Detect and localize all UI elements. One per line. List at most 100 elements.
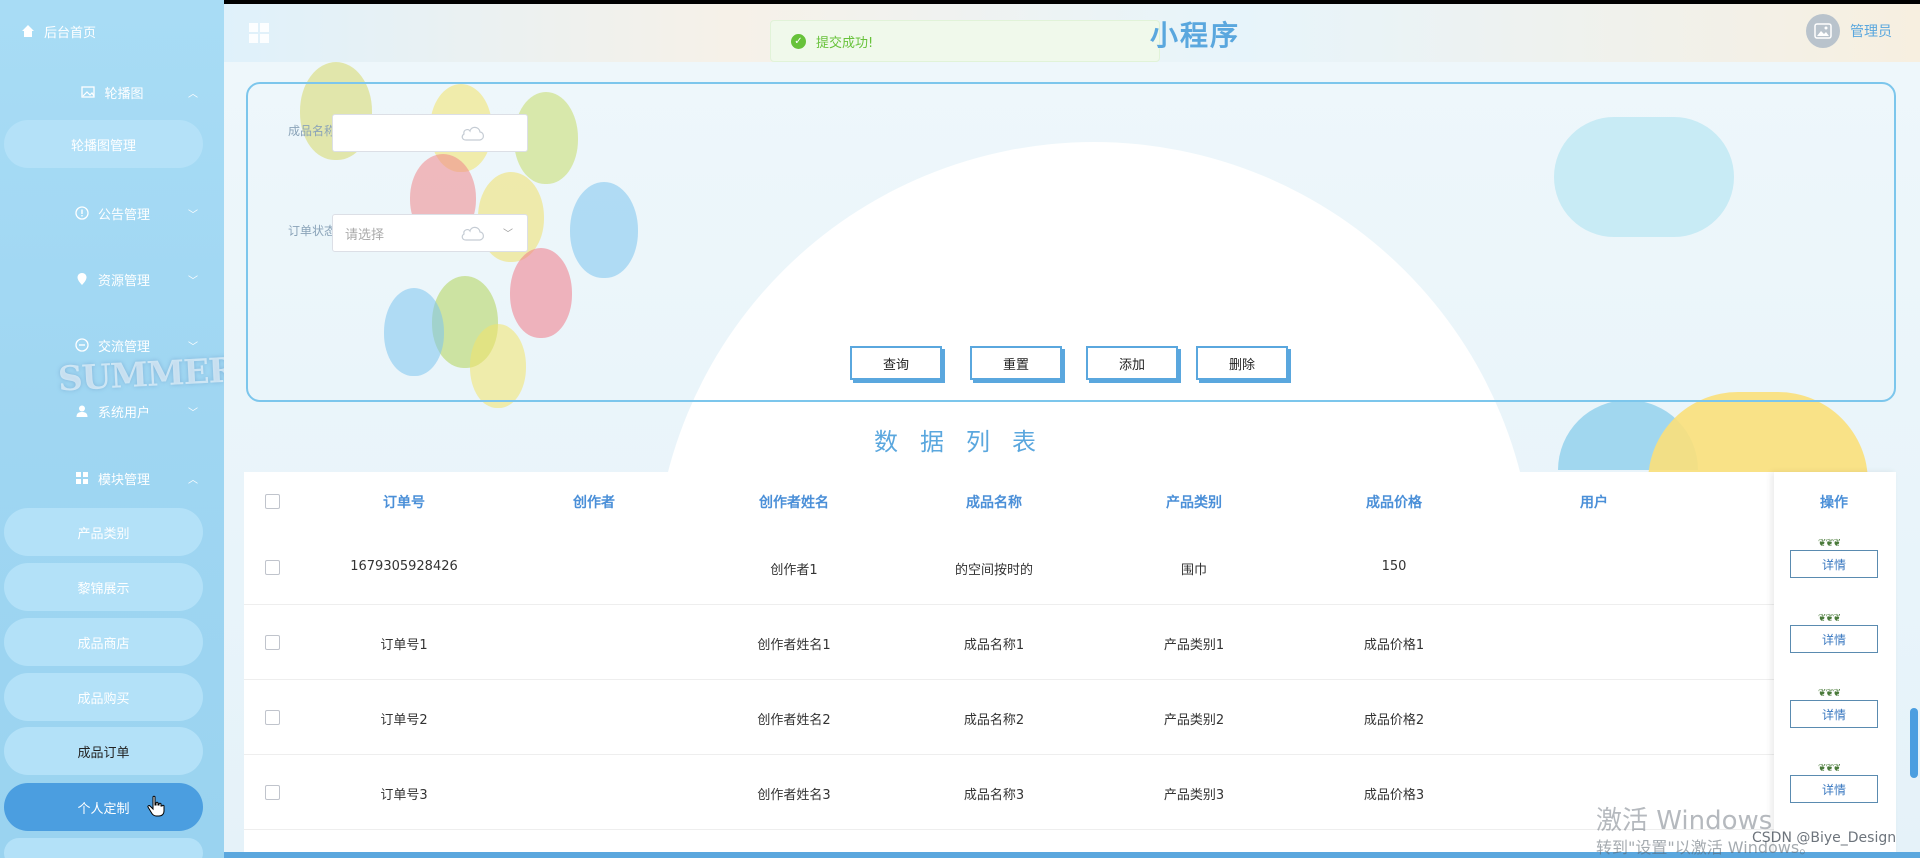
table-row: 订单号1 创作者姓名1 成品名称1 产品类别1 成品价格1	[244, 605, 1896, 680]
sidebar-item-label: 产品类别	[77, 526, 130, 542]
order-status-select[interactable]: 请选择 ﹀	[332, 214, 528, 252]
detail-button[interactable]: 详情	[1790, 775, 1878, 803]
col-order-no: 订单号	[383, 495, 425, 511]
sidebar-item-label: 个人定制	[77, 801, 130, 817]
sidebar-item-lijin-show[interactable]: 黎锦展示	[4, 563, 203, 611]
toast-message: 提交成功!	[816, 35, 874, 51]
sidebar-item-label: 黎锦展示	[77, 581, 130, 597]
table-row: 1679305928426 创作者1 的空间按时的 围巾 150	[244, 530, 1896, 605]
home-icon	[20, 23, 36, 39]
chevron-down-icon: ﹀	[503, 229, 513, 240]
cell-category: 产品类别2	[1163, 713, 1225, 728]
col-category: 产品类别	[1166, 495, 1222, 511]
csdn-watermark: CSDN @Biye_Design	[1752, 830, 1897, 846]
detail-button[interactable]: 详情	[1790, 625, 1878, 653]
status-placeholder: 请选择	[345, 227, 385, 243]
vertical-scrollbar[interactable]	[1910, 708, 1918, 778]
sidebar-item-partial[interactable]	[4, 838, 203, 858]
chevron-down-icon: ﹀	[188, 407, 198, 419]
cell-product-name: 成品名称1	[963, 638, 1025, 653]
leaf-decoration-icon: ❦❦❦	[1818, 688, 1841, 699]
leaf-decoration-icon: ❦❦❦	[1818, 763, 1841, 774]
cell-order-no: 订单号1	[380, 638, 428, 653]
cell-order-no: 1679305928426	[350, 559, 458, 574]
sidebar-item-product-store[interactable]: 成品商店	[4, 618, 203, 666]
col-user: 用户	[1580, 495, 1608, 511]
row-checkbox[interactable]	[265, 785, 280, 800]
cell-price: 150	[1381, 559, 1407, 574]
sidebar-group-users[interactable]: 系统用户 ﹀	[0, 396, 224, 426]
user-menu[interactable]: 管理员	[1806, 14, 1892, 48]
sidebar-home[interactable]: 后台首页	[20, 20, 96, 42]
col-price: 成品价格	[1366, 495, 1422, 511]
cell-creator-name: 创作者姓名1	[757, 638, 831, 653]
sidebar-group-label: 模块管理	[97, 472, 150, 488]
sidebar-item-label: 成品订单	[77, 745, 130, 761]
leaf-decoration-icon: ❦❦❦	[1818, 538, 1841, 549]
sidebar-item-product-orders[interactable]: 成品订单	[4, 727, 203, 775]
row-checkbox[interactable]	[265, 560, 280, 575]
check-icon: ✓	[791, 33, 806, 49]
sidebar-group-notice[interactable]: 公告管理 ﹀	[0, 198, 224, 228]
top-header: ✓ 提交成功! 小程序 管理员	[224, 0, 1920, 62]
row-checkbox[interactable]	[265, 635, 280, 650]
product-name-input[interactable]	[332, 114, 528, 152]
sidebar-group-modules[interactable]: 模块管理 ︿	[0, 463, 224, 493]
cell-order-no: 订单号2	[380, 713, 428, 728]
chevron-up-icon: ︿	[188, 88, 198, 100]
chevron-down-icon: ﹀	[188, 209, 198, 221]
add-button[interactable]: 添加	[1086, 346, 1178, 380]
grid-icon	[74, 470, 90, 486]
sidebar-item-product-purchase[interactable]: 成品购买	[4, 673, 203, 721]
cell-category: 产品类别3	[1163, 788, 1225, 803]
site-title: 小程序	[1150, 19, 1241, 52]
reset-button[interactable]: 重置	[970, 346, 1062, 380]
detail-button[interactable]: 详情	[1790, 550, 1878, 578]
sidebar-group-label: 轮播图	[104, 86, 144, 102]
sidebar-item-carousel-manage[interactable]: 轮播图管理	[4, 120, 203, 168]
success-toast: ✓ 提交成功!	[770, 20, 1160, 62]
status-label: 订单状态	[288, 224, 337, 238]
sidebar-group-label: 资源管理	[97, 273, 150, 289]
cell-price: 成品价格1	[1363, 638, 1425, 653]
col-creator: 创作者	[573, 495, 615, 511]
chevron-down-icon: ﹀	[188, 341, 198, 353]
sidebar-item-product-category[interactable]: 产品类别	[4, 508, 203, 556]
cell-creator-name: 创作者1	[770, 563, 818, 578]
search-panel: 成品名称 订单状态 请选择 ﹀ 查询 重置 添加 删除	[246, 82, 1896, 402]
cell-price: 成品价格2	[1363, 713, 1425, 728]
sidebar-item-custom[interactable]: 个人定制	[4, 783, 203, 831]
user-name: 管理员	[1850, 24, 1892, 40]
cell-category: 产品类别1	[1163, 638, 1225, 653]
sidebar-group-label: 系统用户	[97, 405, 150, 421]
cell-product-name: 的空间按时的	[954, 563, 1033, 578]
select-all-checkbox[interactable]	[265, 494, 280, 509]
sidebar-item-label: 轮播图管理	[70, 138, 136, 154]
row-checkbox[interactable]	[265, 710, 280, 725]
chevron-up-icon: ︿	[188, 474, 198, 486]
hand-cursor-icon	[147, 795, 165, 821]
query-button[interactable]: 查询	[850, 346, 942, 380]
detail-button[interactable]: 详情	[1790, 700, 1878, 728]
sidebar-group-carousel[interactable]: 轮播图 ︿	[0, 77, 224, 107]
cell-creator-name: 创作者姓名2	[757, 713, 831, 728]
table-row: 订单号2 创作者姓名2 成品名称2 产品类别2 成品价格2	[244, 680, 1896, 755]
col-product-name: 成品名称	[966, 495, 1022, 511]
list-title: 数据列表	[874, 428, 1058, 456]
sidebar-group-resource[interactable]: 资源管理 ﹀	[0, 264, 224, 294]
delete-button[interactable]: 删除	[1196, 346, 1288, 380]
info-icon	[74, 205, 90, 221]
sidebar-group-label: 公告管理	[97, 207, 150, 223]
sidebar-item-label: 成品购买	[77, 691, 130, 707]
leaf-decoration-icon: ❦❦❦	[1818, 613, 1841, 624]
chevron-down-icon: ﹀	[188, 275, 198, 287]
menu-grid-icon[interactable]	[248, 22, 270, 44]
cell-product-name: 成品名称2	[963, 713, 1025, 728]
summer-decoration: SUMMER	[57, 350, 224, 400]
cell-price: 成品价格3	[1363, 788, 1425, 803]
cell-creator-name: 创作者姓名3	[757, 788, 831, 803]
cell-category: 围巾	[1180, 563, 1207, 578]
avatar	[1806, 14, 1840, 48]
windows-activation-watermark: 激活 Windows	[1596, 806, 1773, 836]
name-label: 成品名称	[288, 124, 337, 138]
